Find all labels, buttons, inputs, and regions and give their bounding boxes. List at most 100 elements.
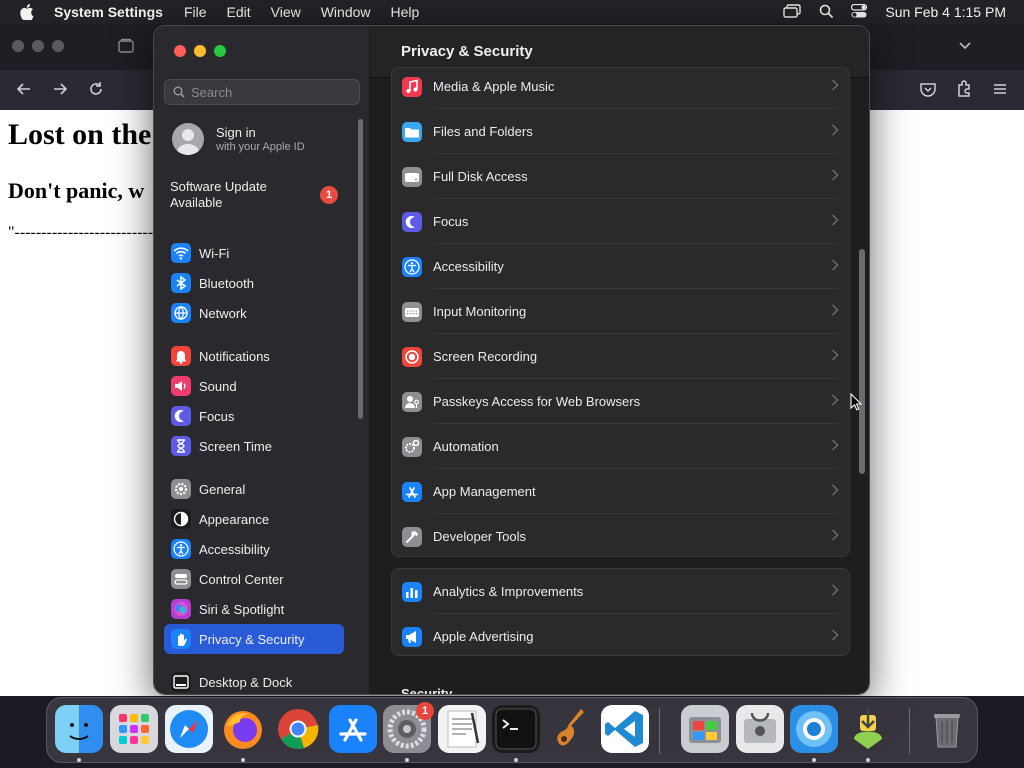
- row-label: Input Monitoring: [433, 304, 527, 319]
- row-automation[interactable]: Automation: [392, 424, 849, 469]
- finder-icon: [69, 723, 89, 740]
- dock: 1: [46, 697, 978, 763]
- chevron-right-icon: [831, 583, 839, 602]
- passkey-icon: [402, 391, 422, 412]
- sidebar-item-label: Control Center: [199, 571, 284, 587]
- sidebar-item-general[interactable]: General: [164, 474, 344, 504]
- dock-chrome-app[interactable]: [274, 705, 322, 753]
- dock-garageband-app[interactable]: [547, 705, 595, 753]
- sidebar-item-screen-time[interactable]: Screen Time: [164, 431, 344, 461]
- sidebar-item-label: Siri & Spotlight: [199, 601, 285, 617]
- reload-icon[interactable]: [86, 79, 106, 104]
- hourglass-icon: [171, 436, 191, 456]
- sidebar-item-accessibility[interactable]: Accessibility: [164, 534, 344, 564]
- screen-mirroring-icon[interactable]: [783, 3, 802, 21]
- dock-textedit-app[interactable]: [438, 705, 486, 753]
- row-screen-recording[interactable]: Screen Recording: [392, 334, 849, 379]
- sidebar-item-network[interactable]: Network: [164, 298, 344, 328]
- dock-finder-app[interactable]: [55, 705, 103, 753]
- minimize-button[interactable]: [194, 45, 206, 57]
- avatar: [172, 123, 204, 155]
- sidebar-item-wi-fi[interactable]: Wi-Fi: [164, 238, 344, 268]
- menu-clock[interactable]: Sun Feb 4 1:15 PM: [885, 4, 1006, 20]
- row-files-and-folders[interactable]: Files and Folders: [392, 109, 849, 154]
- dock-screen-sharing-app[interactable]: [790, 705, 838, 753]
- sign-in-apple-id[interactable]: Sign in with your Apple ID: [172, 123, 305, 155]
- security-section-heading: Security: [401, 686, 453, 695]
- sidebar-item-notifications[interactable]: Notifications: [164, 341, 344, 371]
- row-focus[interactable]: Focus: [392, 199, 849, 244]
- dock-disk-utility-app[interactable]: [736, 705, 784, 753]
- row-accessibility[interactable]: Accessibility: [392, 244, 849, 289]
- list-all-tabs-chevron-icon[interactable]: [958, 38, 972, 57]
- sidebar-item-appearance[interactable]: Appearance: [164, 504, 344, 534]
- dock-boot-camp-assistant-app[interactable]: [681, 705, 729, 753]
- sidebar-item-bluetooth[interactable]: Bluetooth: [164, 268, 344, 298]
- dock-terminal-app[interactable]: [492, 705, 540, 753]
- row-full-disk-access[interactable]: Full Disk Access: [392, 154, 849, 199]
- sidebar-item-label: Privacy & Security: [199, 631, 305, 647]
- dock-safari-app[interactable]: [165, 705, 213, 753]
- chevron-right-icon: [831, 483, 839, 502]
- bootcamp-icon: [689, 717, 721, 743]
- sidebar-item-label: Bluetooth: [199, 275, 254, 291]
- dock-app-store-app[interactable]: [329, 705, 377, 753]
- launchpad-icon: [119, 714, 149, 744]
- window-controls: [174, 45, 226, 57]
- dock-vs-code-app[interactable]: [601, 705, 649, 753]
- pocket-icon[interactable]: [918, 79, 938, 104]
- row-app-management[interactable]: App Management: [392, 469, 849, 514]
- menu-app-name[interactable]: System Settings: [54, 4, 163, 20]
- disk-icon: [402, 166, 422, 187]
- control-center-icon[interactable]: [851, 3, 868, 21]
- chrome-icon: [278, 709, 319, 749]
- menu-view[interactable]: View: [271, 4, 301, 20]
- dock-firefox-app[interactable]: [219, 705, 267, 753]
- guitar-icon: [557, 709, 584, 746]
- tab-overview-icon[interactable]: [118, 38, 134, 59]
- sidebar-search-field[interactable]: [164, 79, 360, 105]
- row-apple-advertising[interactable]: Apple Advertising: [392, 614, 849, 659]
- row-label: App Management: [433, 484, 536, 499]
- menu-help[interactable]: Help: [391, 4, 420, 20]
- dock-trash-app[interactable]: [923, 705, 971, 753]
- row-passkeys-access-for-web-browsers[interactable]: Passkeys Access for Web Browsers: [392, 379, 849, 424]
- row-input-monitoring[interactable]: Input Monitoring: [392, 289, 849, 334]
- row-analytics-and-improvements[interactable]: Analytics & Improvements: [392, 569, 849, 614]
- globe-icon: [171, 303, 191, 323]
- spotlight-search-icon[interactable]: [819, 4, 834, 21]
- row-developer-tools[interactable]: Developer Tools: [392, 514, 849, 559]
- folder-icon: [402, 121, 422, 142]
- sidebar-item-control-center[interactable]: Control Center: [164, 564, 344, 594]
- sidebar-item-sound[interactable]: Sound: [164, 371, 344, 401]
- back-arrow-icon[interactable]: [14, 79, 34, 104]
- menu-window[interactable]: Window: [321, 4, 371, 20]
- zoom-button[interactable]: [214, 45, 226, 57]
- sidebar-scrollbar[interactable]: [358, 119, 363, 419]
- chevron-right-icon: [831, 303, 839, 322]
- apple-icon[interactable]: [0, 4, 54, 20]
- browser-window-controls[interactable]: [12, 40, 64, 52]
- accessibility-icon: [171, 539, 191, 559]
- extensions-icon[interactable]: [954, 79, 974, 104]
- row-media-and-apple-music[interactable]: Media & Apple Music: [392, 64, 849, 109]
- pane-scrollbar[interactable]: [859, 249, 865, 474]
- sidebar-item-focus[interactable]: Focus: [164, 401, 344, 431]
- forward-arrow-icon[interactable]: [50, 79, 70, 104]
- hamburger-menu-icon[interactable]: [990, 79, 1010, 104]
- close-button[interactable]: [174, 45, 186, 57]
- wifi-icon: [171, 243, 191, 263]
- sidebar-item-siri-and-spotlight[interactable]: Siri & Spotlight: [164, 594, 344, 624]
- bluetooth-icon: [171, 273, 191, 293]
- menu-edit[interactable]: Edit: [227, 4, 251, 20]
- row-label: Full Disk Access: [433, 169, 528, 184]
- dock-installer-app[interactable]: [844, 705, 892, 753]
- sidebar-item-privacy-and-security[interactable]: Privacy & Security: [164, 624, 344, 654]
- sidebar-item-desktop-and-dock[interactable]: Desktop & Dock: [164, 667, 344, 694]
- row-label: Files and Folders: [433, 124, 533, 139]
- software-update-available[interactable]: Software Update Available 1: [170, 179, 360, 211]
- menu-file[interactable]: File: [184, 4, 207, 20]
- dock-launchpad-app[interactable]: [110, 705, 158, 753]
- search-input[interactable]: [191, 84, 351, 100]
- record-icon: [402, 346, 422, 367]
